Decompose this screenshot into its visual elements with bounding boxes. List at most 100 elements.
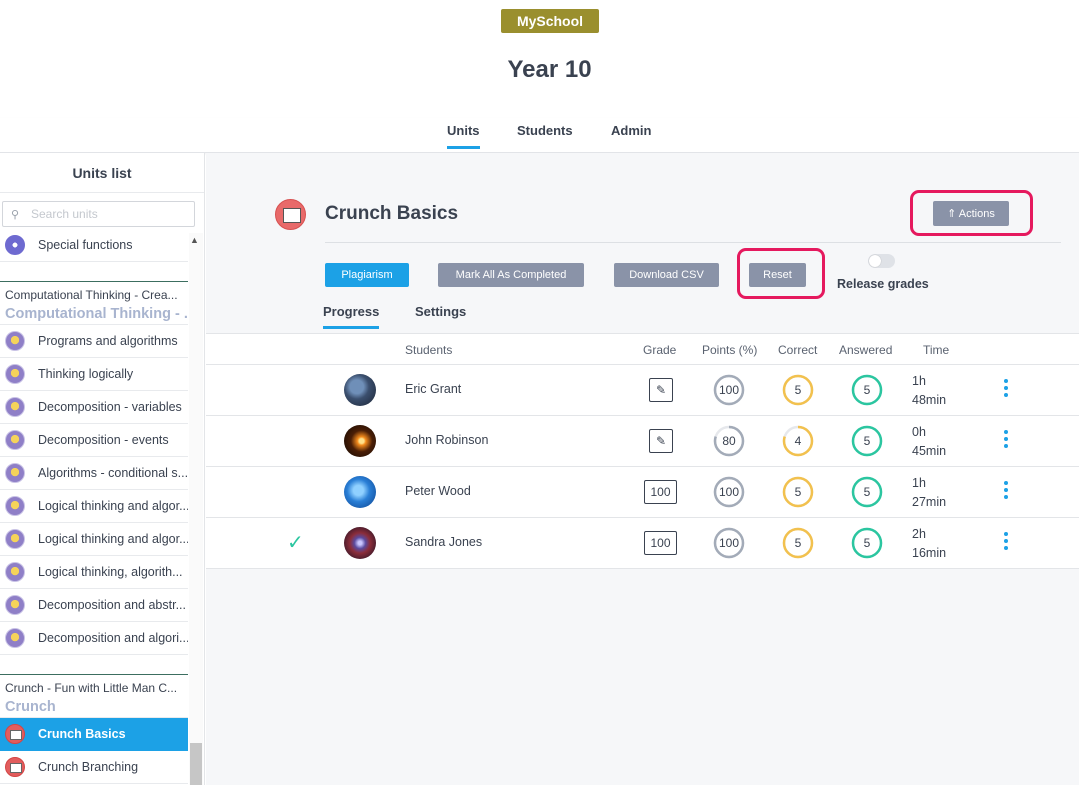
time-hours: 1h bbox=[912, 476, 926, 490]
special-functions-icon bbox=[5, 235, 25, 255]
sidebar-item[interactable]: Crunch Basics bbox=[0, 718, 188, 751]
progress-ring: 5 bbox=[851, 374, 883, 406]
tab-settings[interactable]: Settings bbox=[415, 304, 466, 326]
progress-ring: 4 bbox=[782, 425, 814, 457]
table-row[interactable]: John Robinson ✎ 0h 45min 80 4 5 bbox=[206, 416, 1079, 467]
tab-units[interactable]: Units bbox=[447, 123, 480, 149]
units-list: Special functions Computational Thinking… bbox=[0, 229, 188, 784]
column-answered[interactable]: Answered bbox=[839, 343, 892, 357]
ring-value: 5 bbox=[795, 383, 802, 397]
ring-value: 100 bbox=[719, 383, 739, 397]
sidebar-item[interactable]: Programs and algorithms bbox=[0, 325, 188, 358]
grade-edit-button[interactable]: ✎ bbox=[649, 378, 673, 402]
tab-admin[interactable]: Admin bbox=[611, 123, 651, 146]
sidebar-item[interactable]: Logical thinking and algor... bbox=[0, 490, 188, 523]
mark-all-completed-button[interactable]: Mark All As Completed bbox=[438, 263, 584, 287]
unit-icon bbox=[5, 496, 25, 516]
search-input[interactable] bbox=[31, 207, 191, 221]
sidebar-item-label: Decomposition and algori... bbox=[38, 631, 188, 645]
ring-value: 5 bbox=[864, 383, 871, 397]
grade-value[interactable]: 100 bbox=[644, 531, 677, 555]
sidebar-item-special-functions[interactable]: Special functions bbox=[0, 229, 188, 262]
unit-icon bbox=[5, 562, 25, 582]
ring-value: 5 bbox=[864, 485, 871, 499]
progress-ring: 100 bbox=[713, 374, 745, 406]
search-box: ⚲ bbox=[2, 201, 195, 227]
sidebar-title: Units list bbox=[0, 153, 204, 193]
sidebar-item[interactable]: Logical thinking and algor... bbox=[0, 523, 188, 556]
sidebar-item-label: Special functions bbox=[38, 238, 133, 252]
ring-value: 5 bbox=[864, 434, 871, 448]
units-sidebar: Units list ⚲ Special functions Computati… bbox=[0, 153, 205, 785]
grade-edit-button[interactable]: ✎ bbox=[649, 429, 673, 453]
page-title: Year 10 bbox=[507, 56, 592, 83]
ring-value: 80 bbox=[722, 434, 736, 448]
sidebar-item-label: Logical thinking and algor... bbox=[38, 532, 188, 546]
sidebar-item[interactable]: Crunch Branching bbox=[0, 751, 188, 784]
progress-ring: 80 bbox=[713, 425, 745, 457]
sidebar-item[interactable]: Logical thinking, algorith... bbox=[0, 556, 188, 589]
search-icon: ⚲ bbox=[11, 208, 20, 221]
plagiarism-button[interactable]: Plagiarism bbox=[325, 263, 409, 287]
release-grades-label: Release grades bbox=[837, 277, 929, 291]
actions-highlight bbox=[910, 190, 1033, 236]
reset-highlight bbox=[737, 248, 825, 299]
ring-value: 100 bbox=[719, 536, 739, 550]
avatar bbox=[344, 425, 376, 457]
grade-value[interactable]: 100 bbox=[644, 480, 677, 504]
time-spent: 2h 16min bbox=[912, 525, 946, 563]
time-spent: 1h 48min bbox=[912, 372, 946, 410]
column-time[interactable]: Time bbox=[923, 343, 949, 357]
scroll-up-arrow-icon[interactable]: ▲ bbox=[190, 235, 199, 245]
group-subheading: Crunch bbox=[0, 695, 188, 718]
table-header: Students Grade Points (%) Correct Answer… bbox=[206, 334, 1079, 365]
unit-icon bbox=[5, 628, 25, 648]
avatar bbox=[344, 527, 376, 559]
crunch-unit-icon bbox=[275, 199, 306, 230]
sidebar-item[interactable]: Decomposition and abstr... bbox=[0, 589, 188, 622]
ring-value: 5 bbox=[795, 536, 802, 550]
more-options-icon[interactable] bbox=[1003, 430, 1009, 452]
sidebar-item-label: Thinking logically bbox=[38, 367, 134, 381]
table-row[interactable]: Peter Wood 100 1h 27min 100 5 5 bbox=[206, 467, 1079, 518]
column-students[interactable]: Students bbox=[405, 343, 452, 357]
time-minutes: 45min bbox=[912, 444, 947, 458]
student-name[interactable]: Peter Wood bbox=[405, 484, 471, 498]
student-name[interactable]: Sandra Jones bbox=[405, 535, 482, 549]
table-row[interactable]: Eric Grant ✎ 1h 48min 100 5 5 bbox=[206, 365, 1079, 416]
student-name[interactable]: Eric Grant bbox=[405, 382, 461, 396]
sidebar-item[interactable]: Decomposition and algori... bbox=[0, 622, 188, 655]
more-options-icon[interactable] bbox=[1003, 379, 1009, 401]
table-row[interactable]: ✓ Sandra Jones 100 2h 16min 100 5 5 bbox=[206, 518, 1079, 569]
brand-badge[interactable]: MySchool bbox=[501, 9, 599, 33]
unit-title: Crunch Basics bbox=[325, 203, 459, 224]
progress-ring: 5 bbox=[782, 476, 814, 508]
more-options-icon[interactable] bbox=[1003, 532, 1009, 554]
main-content: Crunch Basics ⇑ Actions Plagiarism Mark … bbox=[206, 153, 1079, 785]
scrollbar-thumb[interactable] bbox=[190, 743, 202, 785]
tab-students[interactable]: Students bbox=[517, 123, 573, 146]
column-points[interactable]: Points (%) bbox=[702, 343, 757, 357]
download-csv-button[interactable]: Download CSV bbox=[614, 263, 719, 287]
sidebar-item-label: Decomposition - variables bbox=[38, 400, 182, 414]
group-subheading: Computational Thinking - ... bbox=[0, 302, 188, 325]
student-name[interactable]: John Robinson bbox=[405, 433, 488, 447]
sidebar-item[interactable]: Decomposition - variables bbox=[0, 391, 188, 424]
ring-value: 5 bbox=[864, 536, 871, 550]
column-grade[interactable]: Grade bbox=[643, 343, 676, 357]
pencil-icon: ✎ bbox=[655, 383, 667, 397]
column-correct[interactable]: Correct bbox=[778, 343, 817, 357]
crunch-unit-icon bbox=[5, 724, 25, 744]
tab-progress[interactable]: Progress bbox=[323, 304, 380, 329]
release-grades-toggle[interactable] bbox=[868, 254, 895, 268]
sidebar-item[interactable]: Decomposition - events bbox=[0, 424, 188, 457]
time-hours: 2h bbox=[912, 527, 926, 541]
sidebar-item-label: Programs and algorithms bbox=[38, 334, 178, 348]
ring-value: 100 bbox=[719, 485, 739, 499]
sidebar-item[interactable]: Algorithms - conditional s... bbox=[0, 457, 188, 490]
progress-ring: 5 bbox=[851, 425, 883, 457]
unit-icon bbox=[5, 397, 25, 417]
sidebar-item[interactable]: Thinking logically bbox=[0, 358, 188, 391]
more-options-icon[interactable] bbox=[1003, 481, 1009, 503]
sidebar-scrollbar[interactable] bbox=[189, 233, 203, 785]
